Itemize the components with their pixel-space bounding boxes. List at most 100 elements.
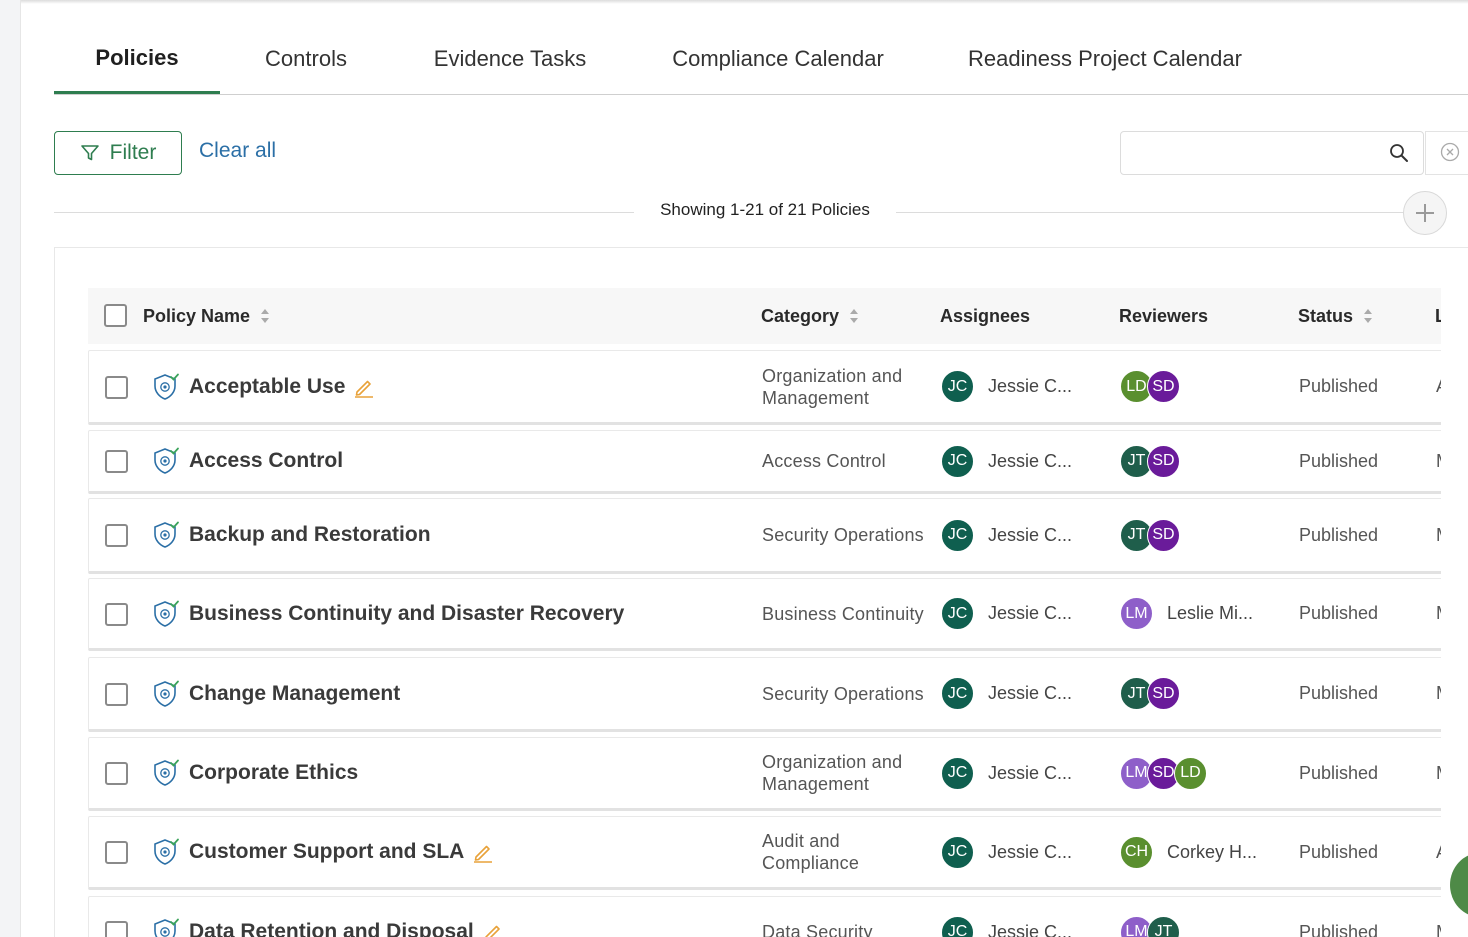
shield-check-icon bbox=[154, 373, 179, 400]
reviewer-avatar[interactable]: SD bbox=[1147, 518, 1180, 552]
policy-name-link[interactable]: Backup and Restoration bbox=[189, 523, 431, 547]
shield-check-icon bbox=[154, 838, 179, 865]
row-checkbox[interactable] bbox=[105, 376, 128, 399]
extra-cell: M bbox=[1436, 738, 1441, 808]
extra-cell: M bbox=[1436, 658, 1441, 729]
policy-name-link[interactable]: Data Retention and Disposal bbox=[189, 920, 474, 937]
filter-label: Filter bbox=[109, 141, 157, 164]
tab-evidence-tasks[interactable]: Evidence Tasks bbox=[416, 24, 604, 94]
shield-check-icon bbox=[154, 759, 179, 786]
assignee-avatar[interactable]: JC bbox=[941, 444, 974, 478]
reviewers-cell: LD SD bbox=[1120, 351, 1180, 422]
row-checkbox[interactable] bbox=[105, 762, 128, 785]
sort-icon[interactable] bbox=[260, 307, 270, 325]
reviewer-avatar[interactable]: LM bbox=[1120, 597, 1153, 630]
status-text: Published bbox=[1299, 450, 1379, 471]
policy-name-link[interactable]: Business Continuity and Disaster Recover… bbox=[189, 602, 624, 626]
assignee-cell: JC Jessie C... bbox=[941, 499, 1072, 571]
extra-cell: M bbox=[1436, 579, 1441, 648]
table-row[interactable]: Acceptable Use Organization and Managemen… bbox=[88, 350, 1441, 425]
category-text: Organization and Management bbox=[762, 365, 903, 408]
edit-pencil-icon[interactable] bbox=[472, 841, 494, 863]
policy-name-link[interactable]: Corporate Ethics bbox=[189, 761, 358, 785]
category-cell: Security Operations bbox=[762, 658, 932, 729]
table-row[interactable]: Corporate Ethics Organization and Managem… bbox=[88, 737, 1441, 811]
tab-readiness-project-calendar[interactable]: Readiness Project Calendar bbox=[952, 24, 1258, 94]
reviewer-avatar[interactable]: CH bbox=[1120, 835, 1153, 869]
extra-text: M bbox=[1436, 603, 1441, 624]
reviewer-avatar[interactable]: SD bbox=[1147, 444, 1180, 478]
reviewer-avatar[interactable]: SD bbox=[1147, 370, 1180, 403]
row-checkbox[interactable] bbox=[105, 841, 128, 864]
reviewer-avatar[interactable]: SD bbox=[1147, 677, 1180, 710]
edit-pencil-icon[interactable] bbox=[353, 376, 375, 398]
category-cell: Organization and Management bbox=[762, 738, 932, 808]
assignee-avatar[interactable]: JC bbox=[941, 518, 974, 552]
policy-name-cell: Data Retention and Disposal bbox=[151, 897, 504, 937]
category-text: Audit and Compliance bbox=[762, 831, 860, 873]
assignee-avatar[interactable]: JC bbox=[941, 677, 974, 710]
shield-check-icon bbox=[154, 447, 179, 474]
divider-left bbox=[54, 212, 634, 213]
assignee-avatar[interactable]: JC bbox=[941, 756, 974, 790]
table-row[interactable]: Business Continuity and Disaster Recover… bbox=[88, 578, 1441, 651]
policy-name-link[interactable]: Acceptable Use bbox=[189, 375, 345, 399]
extra-cell: A bbox=[1436, 351, 1441, 422]
select-all-checkbox[interactable] bbox=[104, 304, 127, 327]
row-checkbox[interactable] bbox=[105, 450, 128, 473]
table-row[interactable]: Access Control Access Control JC Jessie C..… bbox=[88, 430, 1441, 494]
policy-name-cell: Corporate Ethics bbox=[151, 738, 358, 808]
shield-check-icon bbox=[154, 521, 179, 548]
tab-compliance-calendar[interactable]: Compliance Calendar bbox=[654, 24, 902, 94]
tab-policies[interactable]: Policies bbox=[54, 24, 220, 94]
category-cell: Data Security bbox=[762, 897, 932, 937]
clear-all-link[interactable]: Clear all bbox=[199, 139, 276, 163]
policies-table: Policy Name Category Assignees Reviewers… bbox=[88, 288, 1441, 937]
policy-name-link[interactable]: Change Management bbox=[189, 682, 400, 706]
table-row[interactable]: Change Management Security Operations JC Je… bbox=[88, 657, 1441, 732]
policy-name-link[interactable]: Access Control bbox=[189, 449, 343, 473]
sort-icon[interactable] bbox=[849, 307, 859, 325]
search-input[interactable] bbox=[1133, 142, 1373, 166]
status-cell: Published bbox=[1299, 431, 1378, 491]
assignee-name: Jessie C... bbox=[988, 603, 1073, 623]
shield-check-icon bbox=[154, 918, 179, 937]
reviewers-cell: JT SD bbox=[1120, 499, 1180, 571]
row-checkbox[interactable] bbox=[105, 524, 128, 547]
filter-icon bbox=[80, 145, 99, 161]
assignee-avatar[interactable]: JC bbox=[941, 915, 974, 937]
tab-bar: Policies Controls Evidence Tasks Complia… bbox=[54, 24, 1468, 95]
extra-text: M bbox=[1436, 525, 1441, 546]
assignee-cell: JC Jessie C... bbox=[941, 817, 1072, 887]
header-extra: L bbox=[1435, 288, 1441, 344]
sort-icon[interactable] bbox=[1363, 307, 1373, 325]
extra-cell: M bbox=[1436, 499, 1441, 571]
assignee-avatar[interactable]: JC bbox=[941, 597, 974, 630]
table-row[interactable]: Customer Support and SLA Audit and Compli… bbox=[88, 816, 1441, 890]
tab-controls[interactable]: Controls bbox=[244, 24, 368, 94]
status-cell: Published bbox=[1299, 351, 1378, 422]
edit-pencil-icon[interactable] bbox=[482, 921, 504, 937]
row-checkbox[interactable] bbox=[105, 683, 128, 706]
table-row[interactable]: Backup and Restoration Security Operation… bbox=[88, 498, 1441, 574]
clear-search-button[interactable] bbox=[1425, 131, 1468, 175]
row-checkbox[interactable] bbox=[105, 921, 128, 937]
search-icon[interactable] bbox=[1388, 142, 1410, 164]
extra-text: A bbox=[1436, 376, 1441, 397]
reviewer-avatar[interactable]: JT bbox=[1147, 915, 1180, 937]
assignee-avatar[interactable]: JC bbox=[941, 370, 974, 403]
policy-name-cell: Acceptable Use bbox=[151, 351, 375, 422]
policy-name-link[interactable]: Customer Support and SLA bbox=[189, 840, 464, 864]
status-text: Published bbox=[1299, 841, 1379, 862]
table-row[interactable]: Data Retention and Disposal Data Security… bbox=[88, 896, 1441, 937]
assignee-avatar[interactable]: JC bbox=[941, 835, 974, 869]
add-policy-button[interactable] bbox=[1403, 191, 1447, 235]
reviewer-avatar[interactable]: LD bbox=[1174, 756, 1207, 790]
row-checkbox[interactable] bbox=[105, 603, 128, 626]
status-cell: Published bbox=[1299, 658, 1378, 729]
reviewers-cell: LM JT bbox=[1120, 897, 1180, 937]
header-reviewers-label: Reviewers bbox=[1119, 305, 1209, 326]
extra-cell: A bbox=[1436, 817, 1441, 887]
filter-button[interactable]: Filter bbox=[54, 131, 182, 175]
extra-text: M bbox=[1436, 922, 1441, 937]
